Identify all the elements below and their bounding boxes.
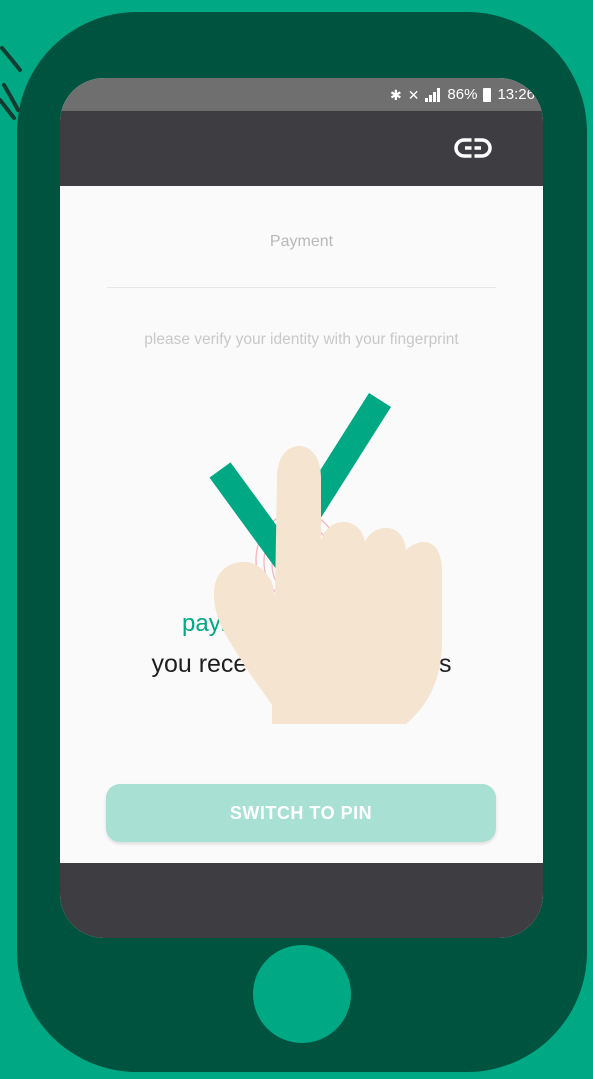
stage: ✱ ✕ 86% 13:26 Payment please verify your… (0, 0, 593, 1079)
page-title: Payment (269, 233, 334, 250)
phone-screen: ✱ ✕ 86% 13:26 Payment please verify your… (60, 78, 543, 938)
battery-percent: 86% (447, 86, 478, 103)
home-button[interactable] (253, 945, 351, 1043)
status-time: 13:26 (497, 86, 535, 103)
instruction-text: please verify your identity with your fi… (144, 331, 459, 348)
result-message: you receive r this pu (90, 649, 513, 709)
content-area: Payment please verify your identity with… (60, 186, 543, 863)
result-title: payi (182, 610, 227, 637)
result-message-line-2: pu (287, 680, 316, 708)
battery-icon (483, 87, 492, 102)
signal-icon (425, 87, 441, 102)
link-icon[interactable] (453, 136, 493, 160)
status-bar: ✱ ✕ 86% 13:26 (60, 78, 543, 111)
switch-to-pin-button[interactable]: SWITCH TO PIN (106, 784, 496, 842)
navigation-bar (60, 863, 543, 938)
mute-icon: ✕ (407, 86, 420, 103)
app-bar (60, 111, 543, 186)
result-message-line-1: you receive r this (151, 650, 452, 678)
bluetooth-icon: ✱ (389, 86, 402, 103)
divider (107, 287, 496, 288)
